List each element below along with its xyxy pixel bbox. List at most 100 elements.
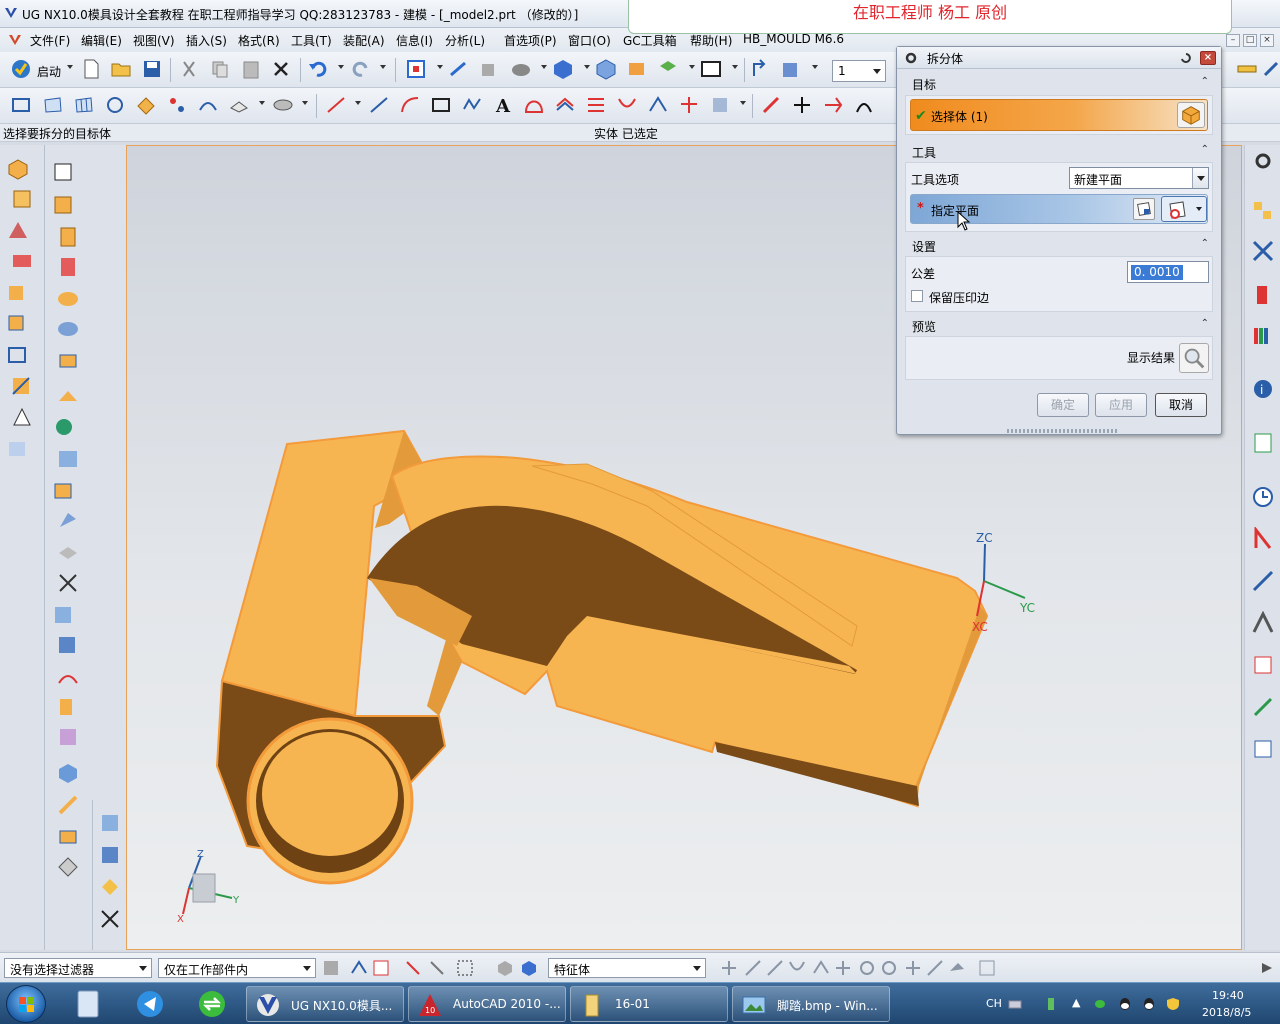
section-dropdown-icon[interactable] (689, 65, 695, 69)
blue-cube-icon[interactable] (520, 959, 538, 977)
snap-midpoint-icon[interactable] (744, 959, 762, 977)
view-top-icon[interactable] (98, 811, 122, 835)
hd3d-tools-icon[interactable] (1251, 737, 1275, 761)
usb-icon[interactable] (1044, 997, 1058, 1011)
inferred-plane-button[interactable] (1161, 196, 1207, 222)
start-label[interactable]: 启动 (37, 63, 61, 80)
delete-face-icon[interactable] (56, 665, 80, 689)
snap-endpoint-icon[interactable] (720, 959, 738, 977)
roles-icon[interactable] (1251, 653, 1275, 677)
settings-gear-icon[interactable] (1251, 149, 1275, 173)
clock-date[interactable]: 2018/8/5 (1202, 1006, 1251, 1019)
collapse-icon[interactable]: ⌃ (1201, 318, 1209, 329)
bridge-curve-icon[interactable] (647, 94, 669, 116)
line-icon[interactable] (325, 94, 347, 116)
render-dropdown-icon[interactable] (541, 65, 547, 69)
move-component-icon[interactable] (750, 58, 772, 80)
menu-view[interactable]: 视图(V) (133, 32, 175, 49)
snap-center-icon[interactable] (880, 959, 898, 977)
surface-dropdown-icon[interactable] (259, 101, 265, 105)
trim-curve-icon[interactable] (678, 94, 700, 116)
fit-view-icon[interactable] (405, 58, 427, 80)
mold-insert-icon[interactable] (56, 825, 80, 849)
line-dropdown-icon[interactable] (355, 101, 361, 105)
process-studio-icon[interactable] (1251, 569, 1275, 593)
solid-body-icon[interactable] (496, 959, 514, 977)
line-segment-icon[interactable] (368, 94, 390, 116)
boolean-subtract-icon[interactable] (6, 311, 30, 335)
history-clock-icon[interactable] (1251, 485, 1275, 509)
revolve-icon[interactable] (10, 187, 34, 211)
menu-help[interactable]: 帮助(H) (690, 32, 732, 49)
extra-tool-icon[interactable] (1260, 58, 1280, 80)
constraint-navigator-icon[interactable] (1251, 239, 1275, 263)
start-dropdown-icon[interactable] (67, 65, 73, 69)
offset-face-icon[interactable] (56, 509, 80, 533)
layer-select[interactable]: 1 (832, 60, 886, 82)
rotate-icon[interactable] (478, 58, 500, 80)
menu-insert[interactable]: 插入(S) (186, 32, 227, 49)
plane-dialog-icon[interactable] (1133, 198, 1155, 220)
magnifier-icon[interactable] (1179, 343, 1209, 373)
open-folder-icon[interactable] (110, 58, 132, 80)
menu-preferences[interactable]: 首选项(P) (504, 32, 557, 49)
undo-icon[interactable] (307, 58, 329, 80)
wire-cube-icon[interactable] (595, 58, 617, 80)
view-dropdown-icon[interactable] (437, 65, 443, 69)
reset-filter-icon[interactable] (350, 959, 368, 977)
ime-indicator[interactable]: CH (986, 997, 1002, 1010)
snap-intersection-icon[interactable] (788, 959, 806, 977)
cut-body-icon[interactable] (56, 793, 80, 817)
view-cancel-icon[interactable] (98, 907, 122, 931)
box-feature-icon[interactable] (56, 761, 80, 785)
background-dropdown-icon[interactable] (732, 65, 738, 69)
manufacturing-wizard-icon[interactable] (1251, 611, 1275, 635)
cylinder-feature-icon[interactable] (56, 225, 80, 249)
tool-option-select[interactable]: 新建平面 (1069, 167, 1209, 189)
snap-existing-point-icon[interactable] (904, 959, 922, 977)
selection-box-icon[interactable] (456, 959, 474, 977)
dialog-title-bar[interactable]: 拆分体 × (897, 47, 1221, 69)
offset-surface-icon[interactable] (228, 94, 250, 116)
trim-body-icon[interactable] (10, 405, 34, 429)
block-icon[interactable] (52, 193, 76, 217)
replace-face-icon[interactable] (52, 603, 76, 627)
cut-icon[interactable] (178, 58, 200, 80)
surface-grid-icon[interactable] (42, 94, 64, 116)
cylinder-dropdown-icon[interactable] (302, 101, 308, 105)
snap-arc-center-icon[interactable] (812, 959, 830, 977)
snap-on-curve-icon[interactable] (926, 959, 944, 977)
cube-dropdown-icon[interactable] (584, 65, 590, 69)
edge-blend-icon[interactable] (56, 317, 80, 341)
join-curve-icon[interactable] (822, 94, 844, 116)
wechat-icon[interactable] (1094, 997, 1108, 1011)
status-scroll-icon[interactable] (1258, 959, 1276, 977)
mirror-icon[interactable] (56, 447, 80, 471)
edit-curve-icon[interactable] (760, 94, 782, 116)
taskbar-item-folder[interactable]: 16-01 (570, 986, 728, 1022)
spline-icon[interactable] (523, 94, 545, 116)
assembly-navigator-icon[interactable] (1251, 199, 1275, 223)
collapse-icon[interactable]: ⌃ (1201, 144, 1209, 155)
feature-body-select[interactable]: 特征体 (548, 958, 706, 978)
taskbar-item-paint[interactable]: 脚踏.bmp - Win... (732, 986, 890, 1022)
type-filter-select[interactable]: 没有选择过滤器 (4, 958, 152, 978)
clock-time[interactable]: 19:40 (1212, 989, 1244, 1002)
select-body-row[interactable]: ✔ 选择体 (1) (910, 99, 1208, 131)
restore-button[interactable]: □ (1243, 34, 1257, 47)
web-browser-icon[interactable] (1251, 431, 1275, 455)
shade-orange-icon[interactable] (626, 58, 648, 80)
resize-blend-icon[interactable] (56, 695, 80, 719)
browser-pin-icon[interactable] (126, 987, 174, 1021)
snap-grid-icon[interactable] (978, 959, 996, 977)
qq-icon-2[interactable] (1142, 997, 1156, 1011)
menu-tools[interactable]: 工具(T) (291, 32, 332, 49)
snap-quadrant-icon[interactable] (834, 959, 852, 977)
copy-icon[interactable] (209, 58, 231, 80)
start-orb-button[interactable] (6, 985, 46, 1023)
undo-dropdown-icon[interactable] (338, 65, 344, 69)
project-curve-icon[interactable] (585, 94, 607, 116)
cylinder-icon[interactable] (272, 94, 294, 116)
patch-icon[interactable] (56, 571, 80, 595)
qq-icon[interactable] (1118, 997, 1132, 1011)
